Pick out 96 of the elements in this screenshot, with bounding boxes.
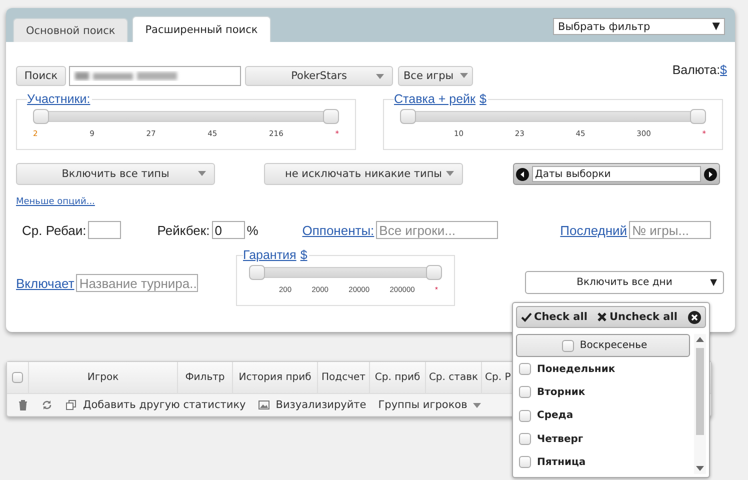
checkbox[interactable] <box>519 456 531 468</box>
checkbox[interactable] <box>519 386 531 398</box>
caret-icon <box>473 402 482 408</box>
scroll-down-icon <box>696 466 704 472</box>
day-option[interactable]: Пятница <box>516 450 694 474</box>
type-select[interactable]: не исключать никакие типы <box>264 163 463 185</box>
less-options-link[interactable]: Меньше опций... <box>16 197 95 207</box>
select-value: Включить все дни <box>576 277 672 288</box>
tab[interactable]: Расширенный поиск <box>132 16 271 42</box>
column-header[interactable]: Фильтр <box>178 362 233 393</box>
column-header[interactable]: Игрок <box>29 362 178 393</box>
column-header[interactable]: История приб <box>233 362 318 393</box>
dropdown-arrow: ▼ <box>712 21 720 32</box>
check-all-link[interactable]: Check all <box>534 311 588 323</box>
includes-link[interactable]: Включает <box>16 276 74 290</box>
slider-title-link[interactable]: Участники: <box>27 92 90 107</box>
slider-track[interactable] <box>249 265 442 280</box>
day-label: Понедельник <box>537 364 616 375</box>
day-option[interactable]: Среда <box>516 404 694 428</box>
unit-link[interactable]: $ <box>480 92 486 107</box>
column-header[interactable]: Подсчет <box>318 362 370 393</box>
select-value: Включить все типы <box>62 168 170 180</box>
toolbar-menu[interactable]: Группы игроков <box>378 399 468 411</box>
day-option[interactable]: Понедельник <box>516 357 694 381</box>
slider-handle[interactable] <box>690 109 706 124</box>
site-select[interactable]: PokerStars <box>245 66 393 86</box>
input-field[interactable] <box>88 221 122 239</box>
column-header[interactable]: Ср. ставк <box>426 362 482 393</box>
day-label: Вторник <box>537 386 586 398</box>
games-select[interactable]: Все игры <box>398 66 473 86</box>
column-header[interactable]: Ср. приб <box>370 362 426 393</box>
select-value: Все игры <box>403 70 454 82</box>
unit-label: % <box>246 222 258 238</box>
slider-handle[interactable] <box>33 109 49 124</box>
dropdown-arrow: ▼ <box>710 278 717 288</box>
column-header[interactable]: Ср. Р <box>482 362 513 393</box>
checkbox[interactable] <box>519 433 531 446</box>
input-field[interactable]: 0 <box>212 221 245 239</box>
slider-handle[interactable] <box>426 265 442 280</box>
input-field[interactable]: Все игроки... <box>376 221 498 239</box>
input-field[interactable]: Название турнира.. <box>76 274 198 292</box>
day-option[interactable]: Вторник <box>516 380 694 404</box>
caret-icon <box>446 171 454 176</box>
day-label: Воскресенье <box>580 340 648 352</box>
slider-title-link[interactable]: Гарантия <box>243 248 296 263</box>
select-value: не исключать никакие типы <box>285 168 442 180</box>
scroll-up-icon <box>696 336 704 342</box>
scrollbar[interactable] <box>694 334 706 474</box>
cross-icon <box>597 312 608 322</box>
trash-icon[interactable] <box>17 399 29 411</box>
field-label: Рейкбек: <box>157 222 210 238</box>
slider-handle[interactable] <box>249 265 265 280</box>
currency-link[interactable]: $ <box>720 62 727 76</box>
checkmark-icon <box>521 312 532 322</box>
uncheck-all-link[interactable]: Uncheck all <box>609 311 678 323</box>
previous-icon[interactable] <box>516 168 529 180</box>
toolbar-link[interactable]: Добавить другую статистику <box>83 399 246 411</box>
currency-label: Валюта: <box>672 62 720 76</box>
copy-icon[interactable] <box>65 399 77 411</box>
next-icon[interactable] <box>704 168 717 180</box>
search-button[interactable]: Поиск <box>16 66 66 86</box>
search-field[interactable] <box>69 66 241 86</box>
caret-icon <box>376 74 384 78</box>
slider-handle[interactable] <box>400 109 416 124</box>
scrollbar-thumb[interactable] <box>696 348 704 435</box>
refresh-icon[interactable] <box>41 399 53 411</box>
field-label-link[interactable]: Оппоненты: <box>302 222 374 238</box>
checkbox[interactable] <box>519 363 531 376</box>
day-label: Среда <box>537 410 574 422</box>
field-label: Ср. Ребаи: <box>22 222 86 238</box>
tab[interactable]: Основной поиск <box>13 18 128 42</box>
filter-select[interactable]: Выбрать фильтр ▼ <box>553 18 725 35</box>
unit-link[interactable]: $ <box>300 248 308 263</box>
close-icon[interactable] <box>688 310 701 324</box>
field-label-link[interactable]: Последний <box>560 222 628 238</box>
caret-icon <box>198 171 206 176</box>
checkbox[interactable] <box>519 410 531 422</box>
type-select[interactable]: Включить все типы <box>16 163 215 185</box>
slider-track[interactable] <box>400 109 706 124</box>
input-field[interactable]: № игры... <box>629 221 712 239</box>
select-value: Выбрать фильтр <box>558 20 650 32</box>
select-value: PokerStars <box>291 70 347 82</box>
slider-track[interactable] <box>33 109 339 124</box>
checkbox[interactable] <box>12 372 23 383</box>
caret-icon <box>460 73 468 78</box>
days-select[interactable]: Включить все дни ▼ <box>525 271 724 294</box>
toolbar-link[interactable]: Визуализируйте <box>276 399 366 411</box>
day-option[interactable]: Воскресенье <box>516 334 690 358</box>
day-option[interactable]: Четверг <box>516 427 694 451</box>
slider-handle[interactable] <box>323 109 339 124</box>
day-label: Пятница <box>537 456 586 468</box>
slider-title-link[interactable]: Ставка + рейк <box>394 92 476 107</box>
day-label: Четверг <box>537 434 584 445</box>
checkbox[interactable] <box>562 340 574 352</box>
date-field[interactable]: Даты выборки <box>532 166 701 182</box>
image-icon[interactable] <box>258 399 270 411</box>
